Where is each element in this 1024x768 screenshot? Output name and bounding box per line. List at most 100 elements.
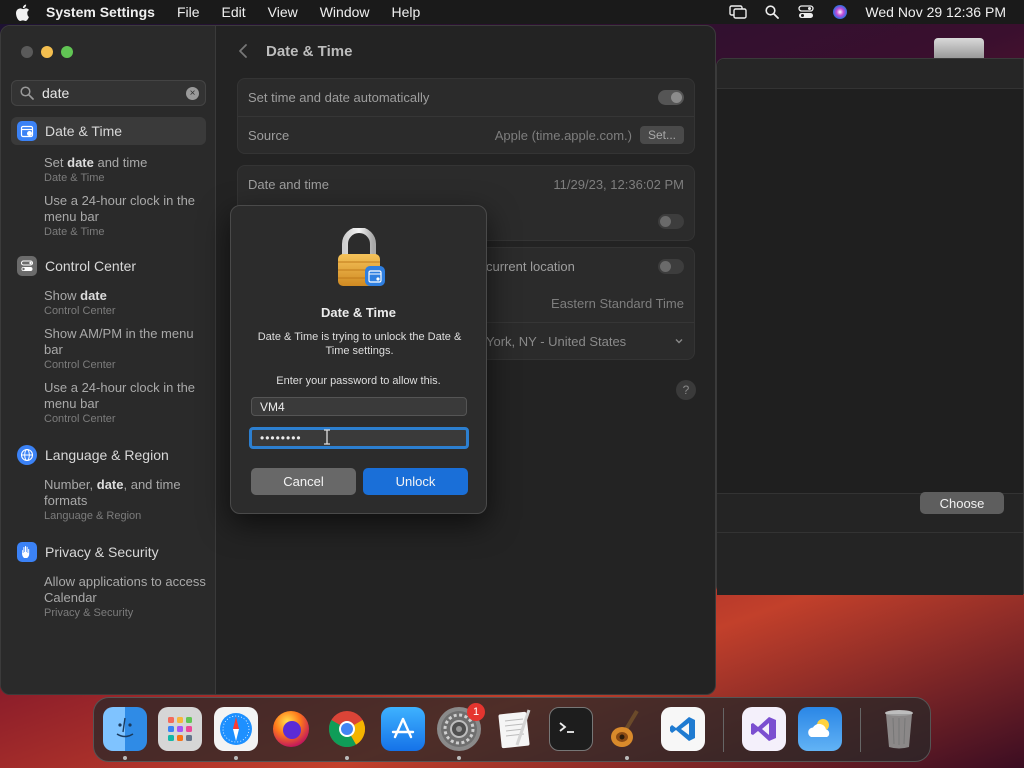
password-field[interactable] bbox=[249, 427, 469, 449]
result-match: date bbox=[96, 477, 124, 492]
chevron-down-icon[interactable] bbox=[674, 336, 684, 346]
location-toggle[interactable] bbox=[658, 259, 684, 274]
search-result-show-date[interactable]: Show date Control Center bbox=[44, 288, 206, 318]
minimize-window-button[interactable] bbox=[41, 46, 53, 58]
search-result-set-date-time[interactable]: Set date and time Date & Time bbox=[44, 155, 206, 185]
spotlight-search-icon[interactable] bbox=[763, 3, 781, 21]
source-value: Apple (time.apple.com.) bbox=[494, 127, 632, 143]
date-time-row: Date and time 11/29/23, 12:36:02 PM bbox=[238, 166, 694, 203]
app-store-icon bbox=[391, 717, 415, 739]
date-time-label: Date and time bbox=[248, 177, 329, 192]
dock-launchpad[interactable] bbox=[158, 707, 202, 751]
back-chevron-icon[interactable] bbox=[236, 42, 250, 60]
menu-app-name[interactable]: System Settings bbox=[46, 4, 155, 20]
dock-garageband[interactable] bbox=[605, 707, 649, 751]
menu-window[interactable]: Window bbox=[320, 4, 370, 20]
auto-time-toggle[interactable] bbox=[658, 90, 684, 105]
unlock-button[interactable]: Unlock bbox=[363, 468, 468, 495]
location-label: current location bbox=[486, 259, 575, 274]
result-text: Show bbox=[44, 288, 81, 303]
search-result-24-hour-clock-cc[interactable]: Use a 24-hour clock in the menu bar Cont… bbox=[44, 380, 206, 426]
choose-button[interactable]: Choose bbox=[920, 492, 1004, 514]
background-window-titlebar bbox=[717, 59, 1023, 89]
dock-app-store[interactable] bbox=[381, 707, 425, 751]
trash-icon bbox=[885, 710, 913, 749]
control-center-menubar-icon[interactable] bbox=[797, 3, 815, 21]
result-text: Number, bbox=[44, 477, 97, 492]
dock-visual-studio[interactable] bbox=[742, 707, 786, 751]
sidebar-item-label: Control Center bbox=[45, 258, 137, 274]
globe-icon bbox=[17, 445, 37, 465]
dock-chrome[interactable] bbox=[325, 707, 369, 751]
dock-trash[interactable] bbox=[877, 707, 921, 751]
sidebar-section-date-time: Date & Time Set date and time Date & Tim… bbox=[11, 117, 206, 247]
sidebar-item-privacy-security[interactable]: Privacy & Security bbox=[11, 538, 206, 566]
dialog-title: Date & Time bbox=[321, 305, 396, 320]
dock-safari[interactable] bbox=[214, 707, 258, 751]
result-source: Control Center bbox=[44, 359, 116, 371]
lock-icon bbox=[338, 228, 385, 286]
result-text: Set bbox=[44, 155, 68, 170]
dock-firefox[interactable] bbox=[269, 707, 313, 751]
sidebar-item-label: Date & Time bbox=[45, 123, 123, 139]
help-button[interactable]: ? bbox=[676, 380, 696, 400]
finder-icon bbox=[116, 717, 134, 738]
siri-icon[interactable] bbox=[831, 3, 849, 21]
source-label: Source bbox=[248, 127, 290, 143]
result-text: Allow applications to access Calendar bbox=[44, 574, 206, 605]
time-zone-value: Eastern Standard Time bbox=[551, 296, 684, 311]
weather-icon bbox=[808, 719, 830, 737]
close-window-button[interactable] bbox=[21, 46, 33, 58]
result-text: Use a 24-hour clock in the menu bar bbox=[44, 380, 196, 411]
dock-system-settings[interactable]: 1 bbox=[437, 703, 485, 751]
control-center-icon bbox=[17, 256, 37, 276]
screen-mirroring-icon[interactable] bbox=[729, 3, 748, 21]
search-result-access-calendar[interactable]: Allow applications to access Calendar Pr… bbox=[44, 574, 206, 620]
set-source-button[interactable]: Set... bbox=[639, 126, 684, 144]
sidebar-item-date-time[interactable]: Date & Time bbox=[11, 117, 206, 145]
search-result-number-date-formats[interactable]: Number, date, and time formats Language … bbox=[44, 477, 206, 523]
dock-terminal[interactable] bbox=[549, 707, 593, 751]
date-time-value: 11/29/23, 12:36:02 PM bbox=[553, 177, 684, 192]
menu-file[interactable]: File bbox=[177, 4, 200, 20]
dock-vscode[interactable] bbox=[661, 707, 705, 751]
result-source: Privacy & Security bbox=[44, 607, 134, 619]
zoom-window-button[interactable] bbox=[61, 46, 73, 58]
sidebar-section-privacy-security: Privacy & Security Allow applications to… bbox=[11, 538, 206, 628]
calendar-icon bbox=[17, 121, 37, 141]
launchpad-icon bbox=[168, 717, 192, 741]
closest-city-value[interactable]: York, NY - United States bbox=[486, 334, 626, 349]
username-field[interactable] bbox=[251, 397, 467, 416]
apple-menu-icon[interactable] bbox=[12, 2, 32, 22]
page-title: Date & Time bbox=[266, 43, 353, 60]
menu-edit[interactable]: Edit bbox=[222, 4, 246, 20]
result-text: and time bbox=[93, 155, 148, 170]
dock-textedit[interactable] bbox=[493, 707, 537, 751]
clear-search-icon[interactable]: × bbox=[186, 87, 199, 100]
search-result-24-hour-clock[interactable]: Use a 24-hour clock in the menu bar Date… bbox=[44, 193, 206, 239]
result-source: Control Center bbox=[44, 413, 116, 425]
setting-toggle[interactable] bbox=[658, 214, 684, 229]
dock-finder[interactable] bbox=[103, 707, 147, 751]
dialog-prompt: Enter your password to allow this. bbox=[276, 375, 441, 387]
result-text: Show AM/PM in the menu bar bbox=[44, 326, 194, 357]
result-source: Language & Region bbox=[44, 510, 142, 522]
sidebar-section-control-center: Control Center Show date Control Center … bbox=[11, 252, 206, 434]
auto-time-row: Set time and date automatically bbox=[238, 79, 694, 116]
sidebar-item-language-region[interactable]: Language & Region bbox=[11, 441, 206, 469]
dock-weather[interactable] bbox=[798, 707, 842, 751]
result-match: date bbox=[67, 155, 94, 170]
menu-view[interactable]: View bbox=[268, 4, 298, 20]
source-row: Source Apple (time.apple.com.) Set... bbox=[238, 116, 694, 153]
cancel-button[interactable]: Cancel bbox=[251, 468, 356, 495]
safari-icon bbox=[220, 713, 252, 745]
result-text: Use a 24-hour clock in the menu bar bbox=[44, 193, 196, 224]
sidebar-section-language-region: Language & Region Number, date, and time… bbox=[11, 441, 206, 531]
window-controls bbox=[21, 46, 73, 58]
search-result-show-am-pm[interactable]: Show AM/PM in the menu bar Control Cente… bbox=[44, 326, 206, 372]
search-input[interactable] bbox=[42, 85, 182, 101]
sidebar-item-control-center[interactable]: Control Center bbox=[11, 252, 206, 280]
search-icon bbox=[20, 86, 34, 100]
menu-help[interactable]: Help bbox=[392, 4, 421, 20]
menubar-clock[interactable]: Wed Nov 29 12:36 PM bbox=[865, 4, 1006, 20]
